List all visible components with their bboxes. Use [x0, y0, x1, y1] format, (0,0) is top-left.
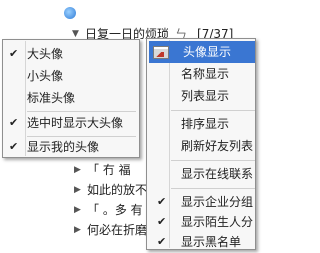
expand-arrow-icon[interactable]: ▶ [74, 160, 81, 180]
checkmark-icon: ✔ [157, 215, 167, 228]
menu-item-label: 排序显示 [181, 117, 230, 131]
checkmark-icon: ✔ [9, 140, 19, 153]
menu-item-name-display[interactable]: 名称显示 [147, 63, 255, 85]
menu-item-refresh-friends[interactable]: 刷新好友列表 [147, 135, 255, 157]
menu-item-show-enterprise-group[interactable]: ✔ 显示企业分组 [147, 191, 255, 213]
buddy-row-label: 「 。多 有 [87, 203, 143, 217]
menu-item-show-blacklist[interactable]: ✔ 显示黑名单 [147, 231, 255, 253]
menu-item-sort-display[interactable]: 排序显示 [147, 113, 255, 135]
menu-item-label: 选中时显示大头像 [27, 116, 124, 130]
menu-item-label: 列表显示 [181, 89, 230, 103]
checkmark-icon: ✔ [157, 195, 167, 208]
menu-item-label: 头像显示 [183, 45, 232, 59]
buddy-row-label: 「 冇 福 [87, 163, 131, 177]
menu-separator [171, 110, 255, 111]
picture-icon [153, 46, 169, 59]
display-options-menu: 头像显示 名称显示 列表显示 排序显示 刷新好友列表 显示在线联系 ✔ 显示企业… [146, 38, 256, 250]
menu-item-show-my-avatar[interactable]: ✔ 显示我的头像 [3, 136, 139, 158]
menu-item-label: 显示陌生人分 [181, 215, 254, 229]
menu-item-label: 名称显示 [181, 67, 230, 81]
menu-item-show-online[interactable]: 显示在线联系 [147, 163, 255, 185]
menu-item-label: 显示在线联系 [181, 167, 254, 181]
menu-item-standard-avatar[interactable]: 标准头像 [3, 87, 139, 109]
checkmark-icon: ✔ [157, 235, 167, 248]
expand-arrow-icon[interactable]: ▶ [74, 200, 81, 220]
checkmark-icon: ✔ [9, 116, 19, 129]
menu-separator [171, 160, 255, 161]
menu-item-label: 大头像 [27, 47, 64, 61]
menu-separator [171, 188, 255, 189]
menu-item-large-avatar[interactable]: ✔ 大头像 [3, 43, 139, 65]
menu-item-label: 小头像 [27, 69, 64, 83]
menu-item-label: 显示我的头像 [27, 140, 100, 154]
menu-item-avatar-display[interactable]: 头像显示 [149, 41, 255, 63]
menu-item-label: 显示企业分组 [181, 195, 254, 209]
avatar-size-submenu: ✔ 大头像 小头像 标准头像 ✔ 选中时显示大头像 ✔ 显示我的头像 [2, 39, 140, 158]
menu-item-show-strangers[interactable]: ✔ 显示陌生人分 [147, 211, 255, 233]
menu-item-label: 显示黑名单 [181, 235, 242, 249]
status-icon [64, 7, 76, 19]
menu-item-label: 标准头像 [27, 91, 76, 105]
checkmark-icon: ✔ [9, 47, 19, 60]
expand-arrow-icon[interactable]: ▶ [74, 220, 81, 240]
menu-item-list-display[interactable]: 列表显示 [147, 85, 255, 107]
menu-item-show-large-when-selected[interactable]: ✔ 选中时显示大头像 [3, 112, 139, 134]
menu-item-label: 刷新好友列表 [181, 139, 254, 153]
expand-arrow-icon[interactable]: ▶ [74, 180, 81, 200]
menu-item-small-avatar[interactable]: 小头像 [3, 65, 139, 87]
